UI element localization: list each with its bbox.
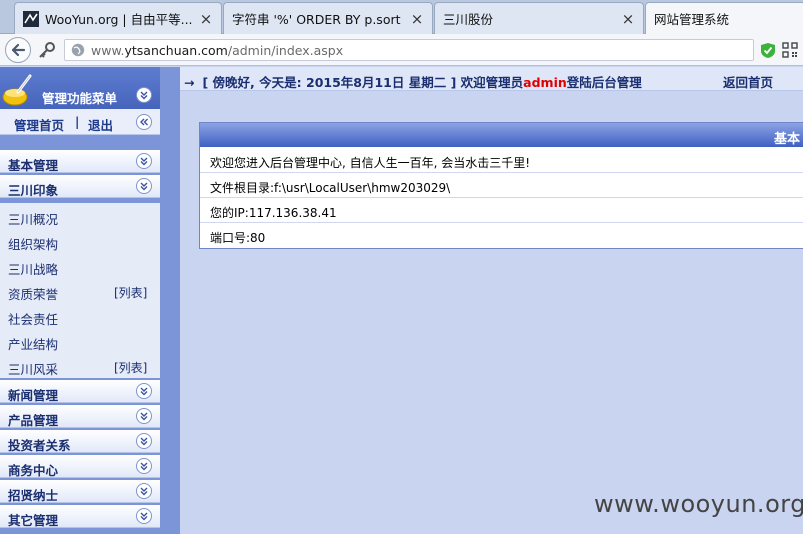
expand-section-button[interactable] <box>136 483 152 499</box>
double-chevron-down-icon <box>140 387 148 396</box>
menu-section-label: 招贤纳士 <box>8 488 59 503</box>
admin-home-link[interactable]: 管理首页 <box>14 115 64 134</box>
menu-section-products[interactable]: 产品管理 <box>0 405 160 428</box>
cleaning-brush-logo-icon <box>2 74 32 106</box>
home-logout-bar: 管理首页 | 退出 <box>0 109 160 135</box>
return-home-link[interactable]: 返回首页 <box>723 72 773 91</box>
double-chevron-down-icon <box>140 182 148 191</box>
admin-sidebar: 管理功能菜单 管理首页 | 退出 基本管理 三川印象 三川概况 组织架构 三川战… <box>0 67 180 534</box>
submenu-list-link[interactable]: [列表] <box>114 359 147 376</box>
menu-title: 管理功能菜单 <box>42 91 118 106</box>
shield-icon[interactable] <box>760 42 776 59</box>
menu-section-sanchuan[interactable]: 三川印象 <box>0 175 160 198</box>
browser-tab-wooyun[interactable]: WooYun.org | 自由平等... × <box>14 2 222 34</box>
greeting-text: →[ 傍晚好, 今天是: 2015年8月11日 星期二 ] 欢迎管理员admin… <box>184 75 642 90</box>
double-chevron-down-icon <box>140 437 148 446</box>
arrow-right-icon: → <box>184 75 195 90</box>
back-arrow-icon <box>11 43 26 57</box>
expand-section-button[interactable] <box>136 408 152 424</box>
submenu-item-industry[interactable]: 产业结构 <box>8 334 58 353</box>
expand-section-button[interactable] <box>136 458 152 474</box>
browser-tab-sanchuan[interactable]: 三川股份 × <box>434 2 644 34</box>
qr-code-icon[interactable] <box>782 42 798 58</box>
info-row-port: 端口号:80 <box>200 223 803 248</box>
wooyun-favicon-icon <box>23 10 39 27</box>
info-text: 端口号:80 <box>210 231 266 245</box>
browser-tab-admin[interactable]: 网站管理系统 <box>645 2 803 34</box>
browser-tab-strip: WooYun.org | 自由平等... × 字符串 '%' ORDER BY … <box>0 0 803 34</box>
menu-section-other[interactable]: 其它管理 <box>0 505 160 528</box>
submenu-item-organization[interactable]: 组织架构 <box>8 234 58 253</box>
menu-section-recruitment[interactable]: 招贤纳士 <box>0 480 160 503</box>
double-chevron-down-icon <box>140 462 148 471</box>
info-text: 您的IP:117.136.38.41 <box>210 206 337 220</box>
close-tab-icon[interactable]: × <box>410 10 424 28</box>
tab-title: 字符串 '%' ORDER BY p.sort ... <box>232 12 404 27</box>
tab-title: WooYun.org | 自由平等... <box>45 12 193 27</box>
info-row-welcome: 欢迎您进入后台管理中心, 自信人生一百年, 会当水击三千里! <box>200 148 803 173</box>
collapse-sidebar-button[interactable] <box>136 114 152 130</box>
menu-section-news[interactable]: 新闻管理 <box>0 380 160 403</box>
double-chevron-down-icon <box>140 512 148 521</box>
submenu-item-strategy[interactable]: 三川战略 <box>8 259 58 278</box>
collapse-menu-button[interactable] <box>136 87 152 103</box>
info-text: 文件根目录:f:\usr\LocalUser\hmw203029\ <box>210 181 451 195</box>
menu-section-label: 基本管理 <box>8 158 59 173</box>
menu-section-label: 商务中心 <box>8 463 59 478</box>
tab-title: 网站管理系统 <box>654 12 730 27</box>
panel-title: 基本 <box>773 132 800 147</box>
expand-section-button[interactable] <box>136 383 152 399</box>
expand-section-button[interactable] <box>136 508 152 524</box>
submenu-list-link[interactable]: [列表] <box>114 284 147 301</box>
globe-icon <box>71 43 85 57</box>
menu-section-business[interactable]: 商务中心 <box>0 455 160 478</box>
logout-link[interactable]: 退出 <box>88 115 113 134</box>
submenu-item-honors[interactable]: 资质荣誉 <box>8 284 58 303</box>
basic-info-panel: 基本 欢迎您进入后台管理中心, 自信人生一百年, 会当水击三千里! 文件根目录:… <box>199 122 803 249</box>
double-chevron-down-icon <box>140 91 148 100</box>
menu-header: 管理功能菜单 <box>0 67 160 109</box>
menu-section-basic[interactable]: 基本管理 <box>0 150 160 173</box>
submenu-item-gallery[interactable]: 三川风采 <box>8 359 58 378</box>
close-tab-icon[interactable]: × <box>621 10 635 28</box>
double-chevron-down-icon <box>140 487 148 496</box>
admin-username: admin <box>523 75 567 90</box>
expand-section-button[interactable] <box>136 433 152 449</box>
wooyun-watermark: www.wooyun.org <box>594 490 803 518</box>
menu-section-label: 新闻管理 <box>8 388 59 403</box>
submenu-list: 三川概况 组织架构 三川战略 资质荣誉 [列表] 社会责任 产业结构 三川风采 … <box>0 203 160 378</box>
address-bar-row: www.ytsanchuan.com/admin/index.aspx <box>0 34 803 66</box>
key-icon[interactable] <box>38 41 56 59</box>
link-separator: | <box>75 115 80 129</box>
menu-section-label: 产品管理 <box>8 413 59 428</box>
expand-section-button[interactable] <box>136 153 152 169</box>
expand-section-button[interactable] <box>136 178 152 194</box>
submenu-item-overview[interactable]: 三川概况 <box>8 209 58 228</box>
url-input[interactable]: www.ytsanchuan.com/admin/index.aspx <box>64 39 754 61</box>
menu-section-label: 其它管理 <box>8 513 59 528</box>
info-row-root-dir: 文件根目录:f:\usr\LocalUser\hmw203029\ <box>200 173 803 198</box>
welcome-bar: →[ 傍晚好, 今天是: 2015年8月11日 星期二 ] 欢迎管理员admin… <box>180 67 803 91</box>
submenu-item-responsibility[interactable]: 社会责任 <box>8 309 58 328</box>
double-chevron-down-icon <box>140 412 148 421</box>
menu-section-label: 投资者关系 <box>8 438 71 453</box>
tab-title: 三川股份 <box>443 12 494 27</box>
browser-tab-sql[interactable]: 字符串 '%' ORDER BY p.sort ... × <box>223 2 433 34</box>
url-text: www.ytsanchuan.com/admin/index.aspx <box>91 42 344 58</box>
info-row-ip: 您的IP:117.136.38.41 <box>200 198 803 223</box>
menu-section-investors[interactable]: 投资者关系 <box>0 430 160 453</box>
menu-section-label: 三川印象 <box>8 183 59 198</box>
double-chevron-down-icon <box>140 157 148 166</box>
double-chevron-left-icon <box>140 118 148 126</box>
panel-header: 基本 <box>200 123 803 147</box>
back-button[interactable] <box>5 37 31 63</box>
info-text: 欢迎您进入后台管理中心, 自信人生一百年, 会当水击三千里! <box>210 156 531 170</box>
close-tab-icon[interactable]: × <box>199 10 213 28</box>
